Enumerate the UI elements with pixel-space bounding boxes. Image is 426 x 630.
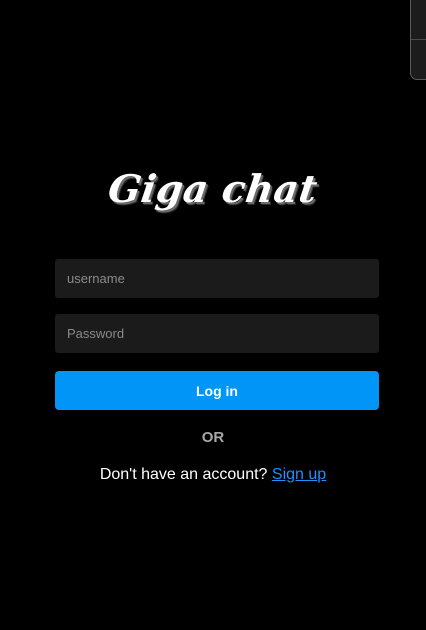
username-input[interactable] <box>55 259 379 298</box>
signup-link[interactable]: Sign up <box>272 466 326 483</box>
signup-prompt: Don't have an account? <box>99 466 268 483</box>
or-divider-label: OR <box>201 429 225 446</box>
password-input[interactable] <box>55 314 379 353</box>
login-button[interactable]: Log in <box>55 371 379 410</box>
corner-overlay-widget[interactable] <box>410 0 426 80</box>
app-logo: Giga chat <box>105 166 321 211</box>
signup-row: Don't have an account? Sign up <box>0 466 426 484</box>
corner-widget-divider <box>411 39 426 40</box>
